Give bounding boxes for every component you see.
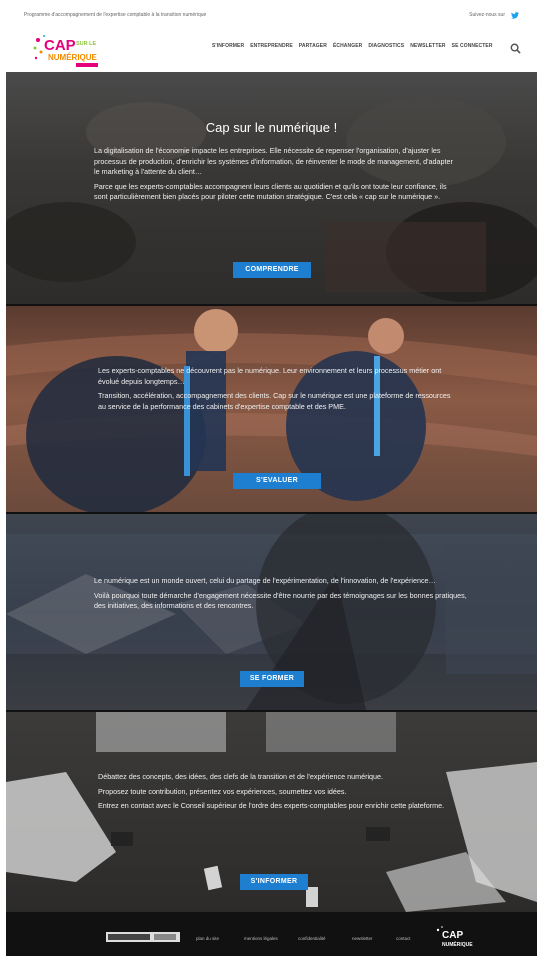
nav-item-newsletter[interactable]: NEWSLETTER: [410, 43, 445, 49]
evaluer-paragraph: Transition, accélération, accompagnement…: [98, 391, 451, 411]
former-paragraph: Le numérique est un monde ouvert, celui …: [94, 576, 436, 585]
section-evaluer: Les experts-comptables ne découvrent pas…: [6, 306, 537, 512]
footer-cap-logo[interactable]: CAP NUMÉRIQUE: [434, 924, 480, 950]
hero-section-comprendre: Cap sur le numérique ! La digitalisation…: [6, 72, 537, 304]
former-text: Le numérique est un monde ouvert, celui …: [94, 576, 474, 616]
site-footer: plan du site mentions légales confidenti…: [6, 912, 537, 956]
informer-paragraph: Proposez toute contribution, présentez v…: [98, 786, 347, 796]
svg-text:CAP: CAP: [442, 930, 463, 941]
footer-link-contact[interactable]: contact: [396, 936, 411, 941]
nav-item-partager[interactable]: PARTAGER: [299, 43, 327, 49]
former-paragraph: Voilà pourquoi toute démarche d'engageme…: [94, 590, 467, 611]
hero-paragraph: Parce que les experts-comptables accompa…: [94, 181, 447, 202]
hero-paragraph: La digitalisation de l'économie impacte …: [94, 146, 453, 176]
informer-paragraph: Entrez en contact avec le Conseil supéri…: [98, 801, 445, 810]
comprendre-button[interactable]: COMPRENDRE: [233, 262, 311, 278]
nav-item-diagnostics[interactable]: DIAGNOSTICS: [368, 43, 404, 49]
follow-label: Suivez-nous sur: [469, 12, 505, 18]
hero-text: La digitalisation de l'économie impacte …: [94, 146, 454, 207]
informer-text: Débattez des concepts, des idées, des cl…: [98, 772, 478, 816]
partner-logo[interactable]: [106, 932, 180, 942]
svg-text:NUMÉRIQUE: NUMÉRIQUE: [442, 940, 473, 948]
nav-item-echanger[interactable]: ÉCHANGER: [333, 43, 362, 49]
top-bar: Programme d'accompagnement de l'expertis…: [0, 0, 537, 30]
hero-title: Cap sur le numérique !: [205, 120, 338, 135]
section-former: Le numérique est un monde ouvert, celui …: [6, 514, 537, 710]
twitter-icon[interactable]: [511, 11, 519, 19]
svg-text:CAP: CAP: [44, 37, 76, 54]
nav-item-se-connecter[interactable]: SE CONNECTER: [452, 43, 493, 49]
sinformer-button[interactable]: S'INFORMER: [240, 874, 308, 890]
tagline: Programme d'accompagnement de l'expertis…: [24, 12, 207, 18]
nav-item-sinformer[interactable]: S'INFORMER: [212, 43, 244, 49]
evaluer-text: Les experts-comptables ne découvrent pas…: [98, 366, 458, 416]
footer-link-mentions-legales[interactable]: mentions légales: [244, 936, 278, 941]
site-header: CAP SUR LE NUMÉRIQUE S'INFORMER ENTREPRE…: [0, 30, 537, 70]
svg-text:NUMÉRIQUE: NUMÉRIQUE: [48, 53, 98, 62]
nav-item-entreprendre[interactable]: ENTREPRENDRE: [250, 43, 293, 49]
informer-paragraph: Débattez des concepts, des idées, des cl…: [98, 772, 384, 781]
se-former-button[interactable]: SE FORMER: [240, 671, 304, 687]
search-icon[interactable]: [510, 41, 521, 54]
social-follow: Suivez-nous sur: [469, 11, 519, 19]
footer-link-confidentialite[interactable]: confidentialité: [298, 936, 326, 941]
footer-link-plan-du-site[interactable]: plan du site: [196, 936, 219, 941]
svg-text:SUR LE: SUR LE: [76, 41, 97, 47]
evaluer-paragraph: Les experts-comptables ne découvrent pas…: [98, 366, 442, 386]
footer-link-newsletter[interactable]: newsletter: [352, 936, 373, 941]
site-logo[interactable]: CAP SUR LE NUMÉRIQUE: [32, 32, 110, 72]
section-informer: Débattez des concepts, des idées, des cl…: [6, 712, 537, 912]
sevaluer-button[interactable]: S'EVALUER: [233, 473, 321, 489]
main-nav: S'INFORMER ENTREPRENDRE PARTAGER ÉCHANGE…: [212, 43, 493, 49]
